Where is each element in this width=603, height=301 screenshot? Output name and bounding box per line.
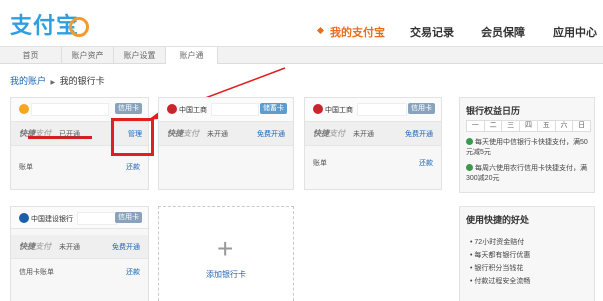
bill-label: 账单 bbox=[19, 164, 33, 171]
quickpay-row: 快捷支付 未开通 免费开通 bbox=[11, 235, 148, 259]
bill-label: 账单 bbox=[313, 160, 327, 167]
quickpay-status: 已开通 bbox=[59, 131, 80, 138]
card-header: 中国工商 信用卡 bbox=[305, 98, 441, 122]
icbc-logo-icon bbox=[313, 104, 323, 114]
enable-free-link[interactable]: 免费开通 bbox=[257, 129, 285, 139]
quickpay-logo-main: 快捷 bbox=[313, 129, 329, 138]
bank-logo-icon bbox=[19, 104, 29, 114]
weekday-tue[interactable]: 二 bbox=[483, 120, 503, 132]
quickpay-status: 未开通 bbox=[207, 131, 228, 138]
benefit-item: • 银行积分当钱花 bbox=[470, 265, 524, 272]
quickpay-logo-sub: 支付 bbox=[329, 129, 345, 138]
repay-link[interactable]: 还款 bbox=[126, 267, 140, 277]
repay-link[interactable]: 还款 bbox=[419, 158, 433, 168]
repay-link[interactable]: 还款 bbox=[126, 162, 140, 172]
nav-app-center[interactable]: 应用中心 bbox=[553, 24, 597, 40]
plus-icon: + bbox=[217, 233, 234, 264]
weekday-fri[interactable]: 五 bbox=[536, 120, 556, 132]
quickpay-logo-main: 快捷 bbox=[167, 129, 183, 138]
bank-card-4: 中国建设银行 信用卡 快捷支付 未开通 免费开通 信用卡账单 还款 bbox=[10, 206, 149, 301]
card-type-badge: 信用卡 bbox=[115, 212, 142, 223]
subtab-settings[interactable]: 账户设置 bbox=[114, 47, 166, 64]
masked-card-number bbox=[357, 103, 407, 116]
masked-card-number bbox=[77, 212, 117, 225]
promo-item[interactable]: 每周六使用农行信用卡快捷支付，满300减20元 bbox=[466, 164, 592, 184]
card-type-badge: 信用卡 bbox=[408, 103, 435, 114]
icbc-logo-icon bbox=[167, 104, 177, 114]
benefit-item: • 付款过程安全流畅 bbox=[470, 278, 531, 285]
promo-text: 每天使用中信银行卡快捷支付，满50元减5元 bbox=[466, 139, 588, 156]
card-type-badge: 储蓄卡 bbox=[260, 103, 287, 114]
subtab-home[interactable]: 首页 bbox=[0, 47, 62, 64]
benefit-item: • 每天都有银行优惠 bbox=[470, 252, 531, 259]
card-header: 中国建设银行 信用卡 bbox=[11, 207, 148, 229]
bill-label: 信用卡账单 bbox=[19, 269, 54, 276]
quickpay-logo-sub: 支付 bbox=[183, 129, 199, 138]
alipay-logo[interactable]: 支付宝 bbox=[10, 8, 90, 40]
quickpay-benefits: 使用快捷的好处 • 72小时资金赔付 • 每天都有银行优惠 • 银行积分当钱花 … bbox=[459, 206, 595, 301]
promo-item[interactable]: 每天使用中信银行卡快捷支付，满50元减5元 bbox=[466, 138, 592, 158]
weekday-sat[interactable]: 六 bbox=[554, 120, 574, 132]
masked-card-number bbox=[211, 103, 259, 116]
quickpay-logo: 快捷支付 bbox=[19, 241, 51, 252]
breadcrumb-current: 我的银行卡 bbox=[59, 76, 105, 86]
subtab-assets[interactable]: 账户资产 bbox=[62, 47, 114, 64]
card-type-badge: 信用卡 bbox=[115, 103, 142, 114]
card-header: 中国工商 储蓄卡 bbox=[159, 98, 293, 122]
promo-text: 每周六使用农行信用卡快捷支付，满300减20元 bbox=[466, 165, 587, 182]
quickpay-row: 快捷支付 未开通 免费开通 bbox=[305, 122, 441, 146]
quickpay-status: 未开通 bbox=[353, 131, 374, 138]
logo-mark-icon bbox=[69, 17, 90, 37]
quickpay-logo: 快捷支付 bbox=[313, 128, 345, 139]
benefit-text: 每天都有银行优惠 bbox=[474, 252, 531, 259]
bank-benefit-calendar: 银行权益日历 一 二 三 四 五 六 日 每天使用中信银行卡快捷支付，满50元减… bbox=[459, 97, 595, 193]
bank-name: 中国建设银行 bbox=[31, 216, 73, 223]
enable-free-link[interactable]: 免费开通 bbox=[112, 242, 140, 252]
benefits-title: 使用快捷的好处 bbox=[466, 215, 530, 225]
calendar-title: 银行权益日历 bbox=[466, 106, 521, 116]
breadcrumb-my-account[interactable]: 我的账户 bbox=[10, 76, 46, 86]
weekday-thu[interactable]: 四 bbox=[519, 120, 538, 132]
nav-member-protection[interactable]: 会员保障 bbox=[481, 24, 525, 40]
enable-free-link[interactable]: 免费开通 bbox=[405, 129, 433, 139]
active-nav-indicator-icon bbox=[316, 26, 325, 35]
breadcrumb: 我的账户 ▶ 我的银行卡 bbox=[10, 74, 105, 87]
add-bank-card-label: 添加银行卡 bbox=[206, 270, 246, 279]
subtab-account-link[interactable]: 账户通 bbox=[166, 47, 218, 64]
quickpay-status: 未开通 bbox=[59, 244, 80, 251]
benefit-text: 付款过程安全流畅 bbox=[474, 278, 531, 285]
quickpay-logo-main: 快捷 bbox=[19, 242, 35, 251]
benefit-item: • 72小时资金赔付 bbox=[470, 239, 525, 246]
nav-transactions[interactable]: 交易记录 bbox=[410, 24, 454, 40]
ccb-logo-icon bbox=[19, 213, 29, 223]
masked-bank-name bbox=[31, 103, 109, 116]
weekday-mon[interactable]: 一 bbox=[466, 120, 485, 132]
quickpay-logo-sub: 支付 bbox=[35, 242, 51, 251]
nav-my-alipay[interactable]: 我的支付宝 bbox=[330, 24, 385, 40]
promo-bullet-icon bbox=[466, 138, 473, 145]
breadcrumb-separator-icon: ▶ bbox=[50, 80, 56, 86]
bank-card-3: 中国工商 信用卡 快捷支付 未开通 免费开通 账单 还款 bbox=[304, 97, 442, 190]
benefit-text: 银行积分当钱花 bbox=[474, 265, 524, 272]
bank-card-2: 中国工商 储蓄卡 快捷支付 未开通 免费开通 bbox=[158, 97, 294, 190]
add-bank-card-button[interactable]: + 添加银行卡 bbox=[158, 206, 294, 301]
promo-bullet-icon bbox=[466, 164, 473, 171]
quickpay-row: 快捷支付 未开通 免费开通 bbox=[159, 122, 293, 146]
weekday-wed[interactable]: 三 bbox=[501, 120, 521, 132]
top-header: 支付宝 我的支付宝 交易记录 会员保障 应用中心 bbox=[0, 0, 603, 47]
weekday-sun[interactable]: 日 bbox=[572, 120, 592, 132]
bank-name: 中国工商 bbox=[325, 107, 353, 114]
quickpay-logo: 快捷支付 bbox=[167, 128, 199, 139]
benefit-text: 72小时资金赔付 bbox=[474, 239, 525, 246]
weekday-row: 一 二 三 四 五 六 日 bbox=[466, 120, 592, 132]
page: 支付宝 我的支付宝 交易记录 会员保障 应用中心 首页 账户资产 账户设置 账户… bbox=[0, 0, 603, 301]
sub-navigation: 首页 账户资产 账户设置 账户通 bbox=[0, 47, 603, 64]
bank-name: 中国工商 bbox=[179, 107, 207, 114]
